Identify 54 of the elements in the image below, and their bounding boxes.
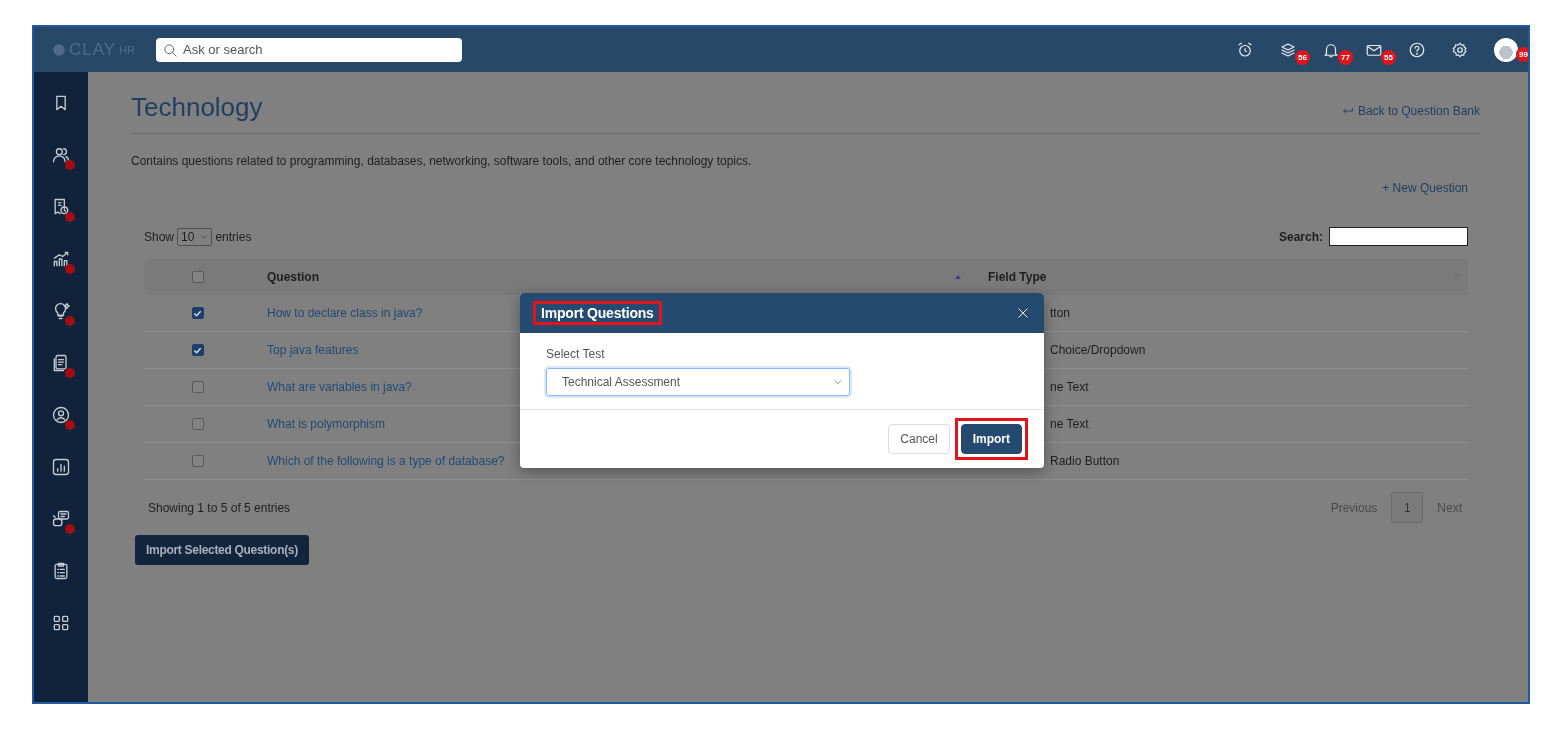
chevron-down-icon [833, 377, 843, 387]
search-field[interactable]: Ask or search [156, 37, 462, 62]
table-cell: ne Text [1050, 380, 1089, 394]
question-link[interactable]: Top java features [267, 343, 359, 357]
description: Contains questions related to programming, databases, networking, software tools, and other core technology topics. [131, 154, 753, 168]
people-icon[interactable] [51, 145, 71, 165]
checkbox[interactable] [191, 307, 204, 319]
search-icon [163, 42, 178, 58]
checkbox[interactable] [191, 418, 204, 430]
help-icon[interactable] [1408, 40, 1426, 59]
column-header[interactable]: Field Type [988, 270, 1047, 284]
table-search-field[interactable] [1329, 227, 1468, 246]
cancel-button[interactable]: Cancel [888, 424, 950, 454]
question-link[interactable]: What is polymorphism [267, 417, 386, 431]
count-badge: 99 [1516, 46, 1528, 62]
close-icon[interactable] [1016, 306, 1030, 320]
checkbox[interactable] [191, 271, 204, 283]
new-question-link[interactable]: + New Question [1382, 181, 1468, 195]
table-cell: ne Text [1050, 417, 1089, 431]
entries-select[interactable]: 10 [177, 227, 213, 246]
bar-chart-icon[interactable] [51, 457, 71, 477]
robot-chat-icon[interactable] [51, 509, 71, 529]
checkbox[interactable] [191, 344, 204, 356]
question-link[interactable]: Which of the following is a type of database? [267, 454, 505, 468]
pagination-button[interactable]: 1 [1391, 492, 1424, 523]
avatar[interactable] [1494, 37, 1518, 62]
chevron-down-icon [200, 232, 209, 241]
page-title: Technology [131, 92, 263, 123]
table-cell: tton [1050, 306, 1070, 320]
search-label: Search: [1278, 229, 1323, 244]
grid-icon[interactable] [51, 613, 71, 633]
count-badge: 55 [1381, 49, 1396, 65]
entries-info: Showing 1 to 5 of 5 entries [148, 500, 291, 515]
checkbox[interactable] [191, 455, 204, 467]
count-badge: 77 [1338, 49, 1353, 65]
checkbox[interactable] [191, 381, 204, 393]
show-label: Show [144, 229, 175, 244]
back-link[interactable]: Back to Question Bank [1340, 103, 1480, 118]
alarm-clock-icon[interactable] [1236, 40, 1254, 59]
settings-icon[interactable] [1451, 40, 1469, 59]
table-cell: Choice/Dropdown [1050, 343, 1146, 357]
field-label: Select Test [546, 347, 606, 361]
test-select[interactable]: Technical Assessment [546, 368, 850, 396]
import-selected-button[interactable]: Import Selected Question(s) [135, 535, 309, 565]
question-link[interactable]: What are variables in java? [267, 380, 412, 394]
person-circle-icon[interactable] [51, 405, 71, 425]
dialog-title: Import Questions [533, 301, 662, 325]
question-link[interactable]: How to declare class in java? [267, 306, 423, 320]
entries-label: entries [215, 229, 252, 244]
column-header[interactable]: Question [267, 270, 319, 284]
table-cell: Radio Button [1050, 454, 1120, 468]
count-badge: 56 [1295, 49, 1310, 65]
import-button[interactable]: Import [960, 424, 1022, 454]
growth-chart-icon[interactable] [51, 249, 71, 269]
